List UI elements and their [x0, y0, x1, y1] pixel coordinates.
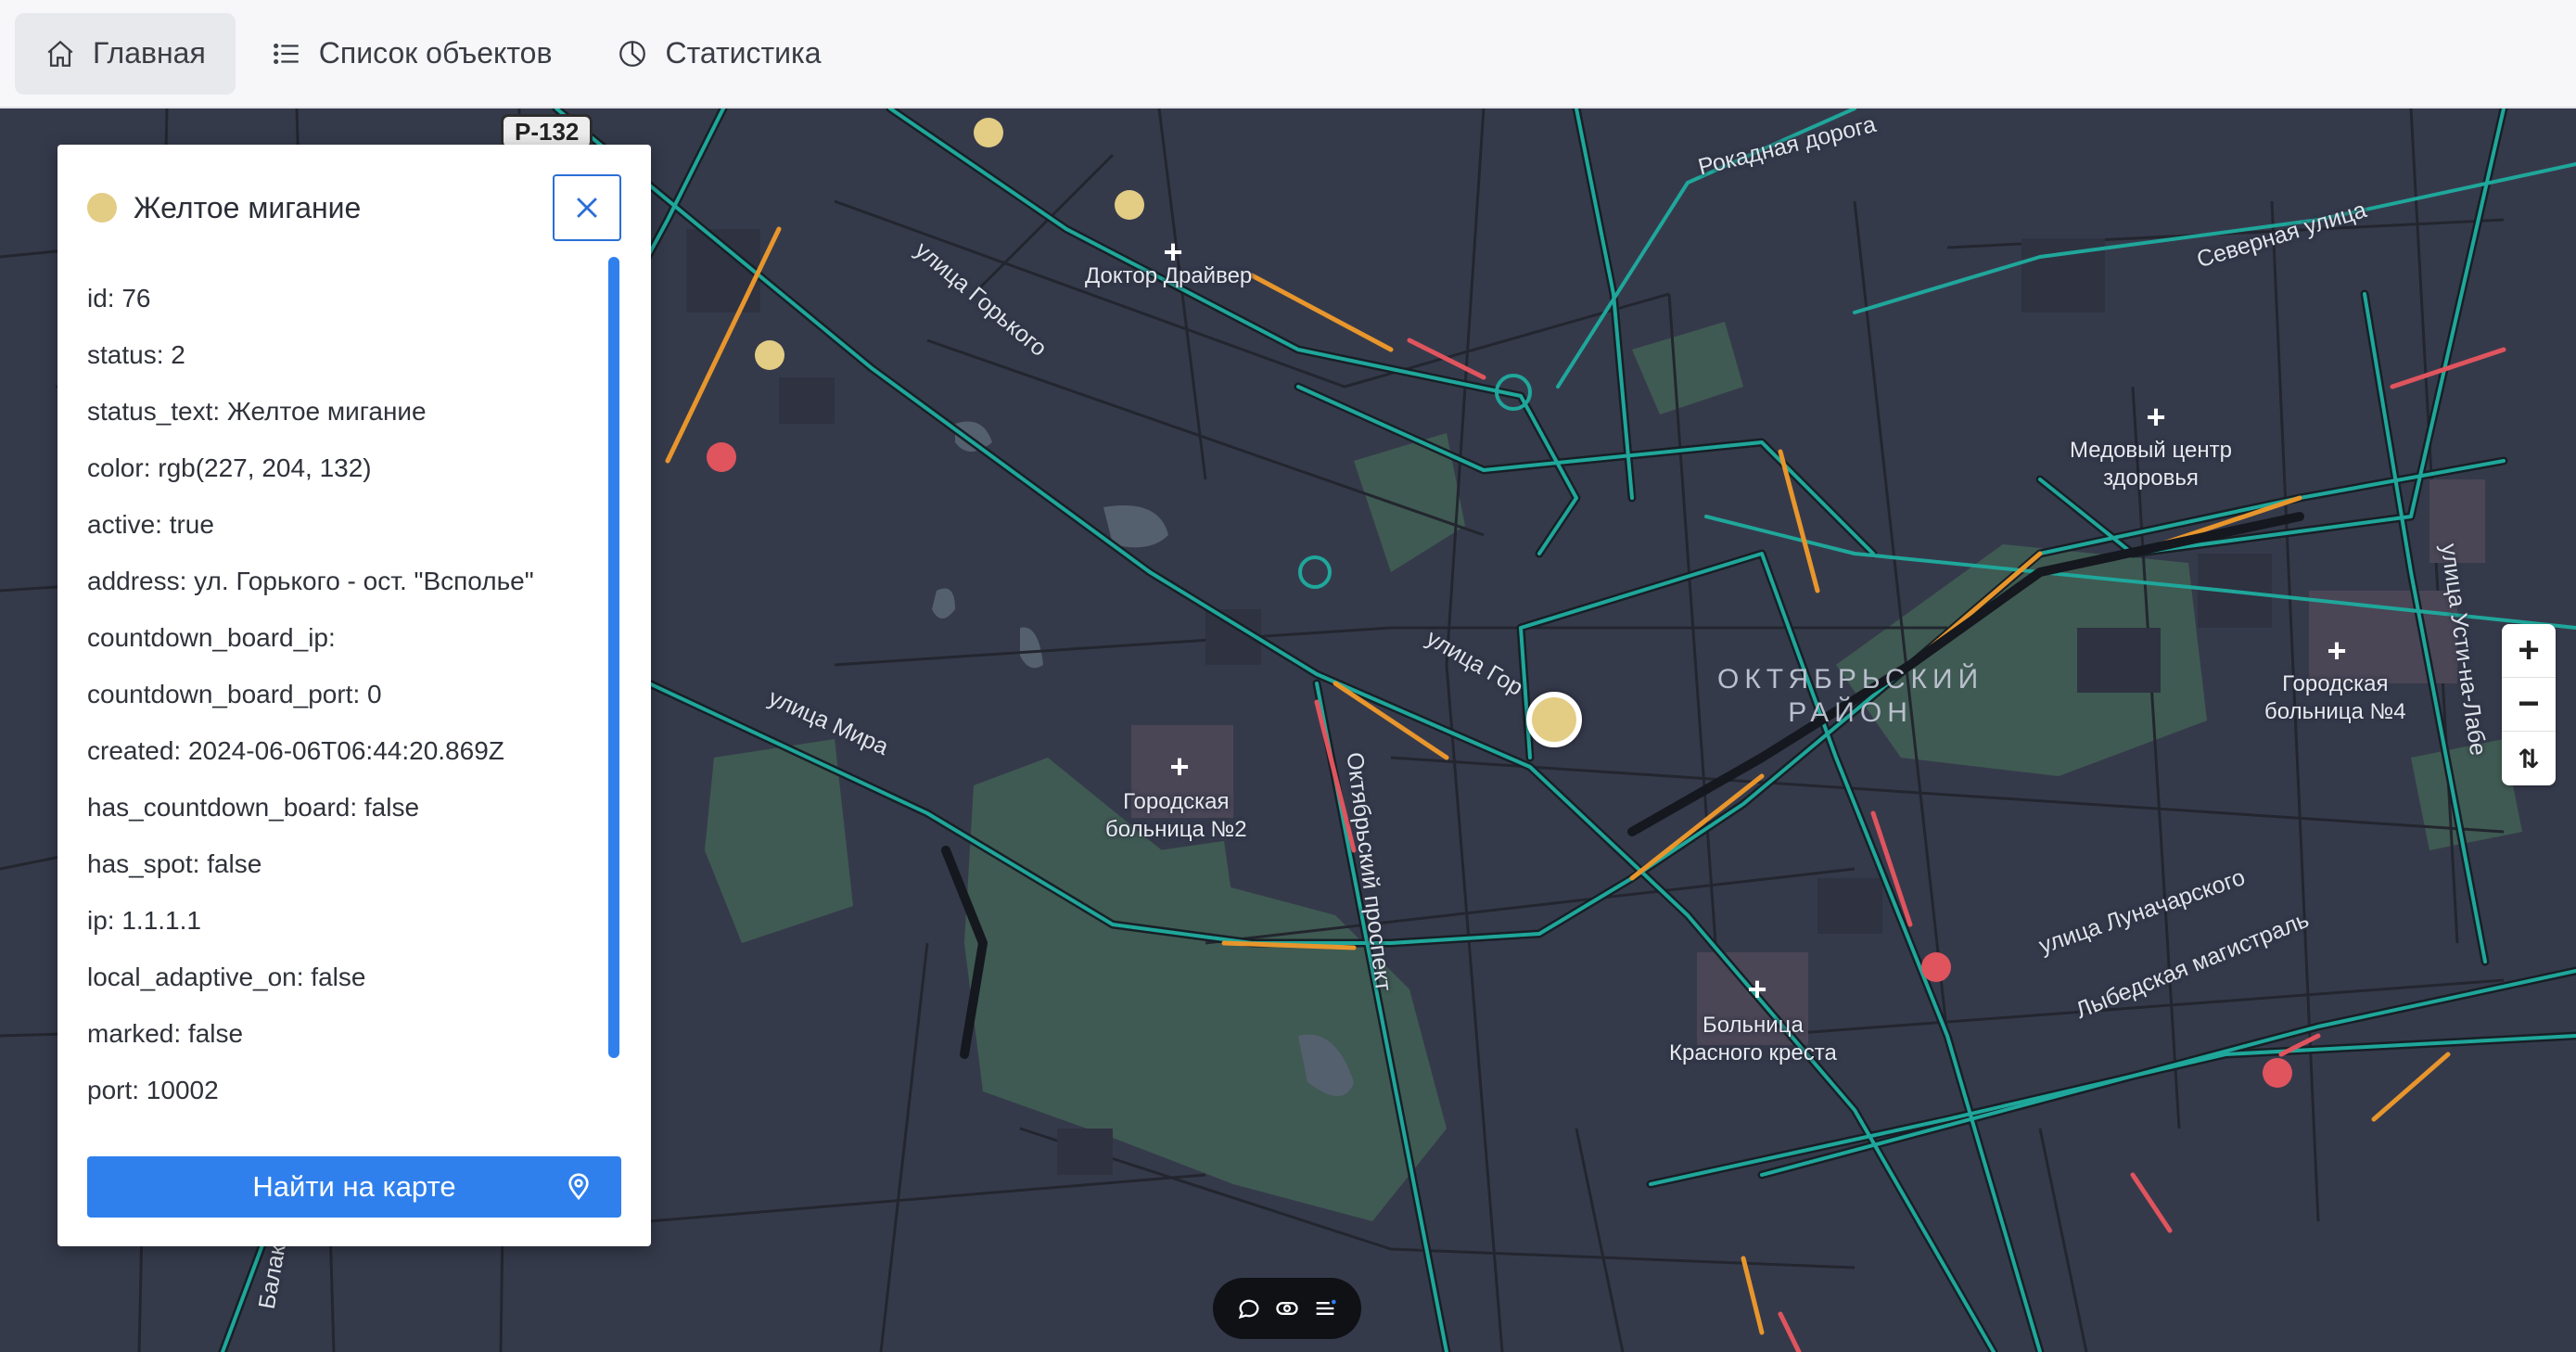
location-pin-icon	[568, 1173, 589, 1201]
tab-object-list[interactable]: Список объектов	[241, 13, 582, 95]
signal-marker-yellow[interactable]	[1115, 190, 1144, 220]
place-label-hospital-2[interactable]: Городская больница №2	[1105, 788, 1247, 844]
object-info-panel: Желтое мигание id: 76 status: 2 status_t…	[57, 145, 651, 1246]
signal-marker-selected[interactable]	[1526, 692, 1582, 747]
signal-marker-red[interactable]	[707, 442, 736, 472]
tab-object-list-label: Список объектов	[318, 36, 553, 70]
properties-scrollbar[interactable]	[608, 257, 619, 1058]
signal-marker-yellow[interactable]	[755, 340, 784, 370]
panel-title: Желтое мигание	[134, 190, 362, 224]
signal-marker-red[interactable]	[1921, 952, 1951, 982]
zoom-in-button[interactable]: +	[2502, 624, 2556, 678]
chat-icon[interactable]	[1236, 1295, 1262, 1321]
place-label-hospital-4[interactable]: Городская больница №4	[2264, 670, 2406, 726]
district-label: ОКТЯБРЬСКИЙ РАЙОН	[1717, 664, 1984, 728]
close-button[interactable]	[553, 174, 621, 241]
property-address: address: ул. Горького - ост. "Всполье"	[87, 567, 534, 595]
property-ip: ip: 1.1.1.1	[87, 906, 201, 935]
signal-marker-yellow[interactable]	[974, 118, 1003, 147]
pie-chart-icon	[619, 40, 646, 67]
hospital-cross-icon: +	[1747, 970, 1767, 1008]
place-label-medovy-center[interactable]: Медовый центр здоровья	[2070, 437, 2232, 492]
property-color: color: rgb(227, 204, 132)	[87, 453, 372, 482]
visibility-icon[interactable]	[1274, 1295, 1300, 1321]
hospital-cross-icon: +	[2327, 631, 2347, 670]
hospital-cross-icon: +	[1169, 747, 1190, 785]
menu-icon[interactable]	[1312, 1295, 1338, 1321]
property-has-spot: has_spot: false	[87, 849, 262, 878]
property-status: status: 2	[87, 340, 185, 369]
property-countdown-board-port: countdown_board_port: 0	[87, 680, 382, 708]
top-navigation: Главная Список объектов Статистика	[0, 0, 2576, 108]
properties-list[interactable]: id: 76 status: 2 status_text: Желтое миг…	[87, 270, 606, 1123]
tab-statistics-label: Статистика	[665, 36, 822, 70]
panel-header: Желтое мигание	[87, 174, 621, 241]
property-status-text: status_text: Желтое мигание	[87, 397, 427, 426]
compass-button[interactable]: ⇅	[2502, 732, 2556, 785]
zoom-controls: + − ⇅	[2502, 624, 2556, 785]
place-label-doctor-driver[interactable]: Доктор Драйвер	[1085, 262, 1252, 290]
home-icon	[47, 40, 73, 67]
property-local-adaptive-on: local_adaptive_on: false	[87, 963, 366, 991]
map-tools-bar	[1213, 1278, 1361, 1339]
property-created: created: 2024-06-06T06:44:20.869Z	[87, 736, 504, 765]
status-color-dot	[87, 193, 117, 223]
zoom-out-button[interactable]: −	[2502, 678, 2556, 732]
property-marked: marked: false	[87, 1019, 244, 1048]
property-countdown-board-ip: countdown_board_ip:	[87, 623, 336, 652]
property-active: active: true	[87, 510, 214, 539]
property-port: port: 10002	[87, 1076, 219, 1104]
property-has-countdown-board: has_countdown_board: false	[87, 793, 420, 822]
close-icon	[577, 198, 597, 218]
hospital-cross-icon: +	[2146, 398, 2166, 436]
find-on-map-button[interactable]: Найти на карте	[87, 1156, 621, 1218]
signal-marker-red[interactable]	[2263, 1058, 2292, 1088]
place-label-red-cross-hospital[interactable]: Больница Красного креста	[1669, 1012, 1837, 1067]
list-icon	[273, 43, 299, 64]
tab-home[interactable]: Главная	[15, 12, 236, 95]
tab-statistics[interactable]: Статистика	[587, 13, 850, 95]
tab-home-label: Главная	[93, 36, 206, 70]
property-id: id: 76	[87, 284, 151, 312]
find-on-map-label: Найти на карте	[252, 1170, 456, 1203]
